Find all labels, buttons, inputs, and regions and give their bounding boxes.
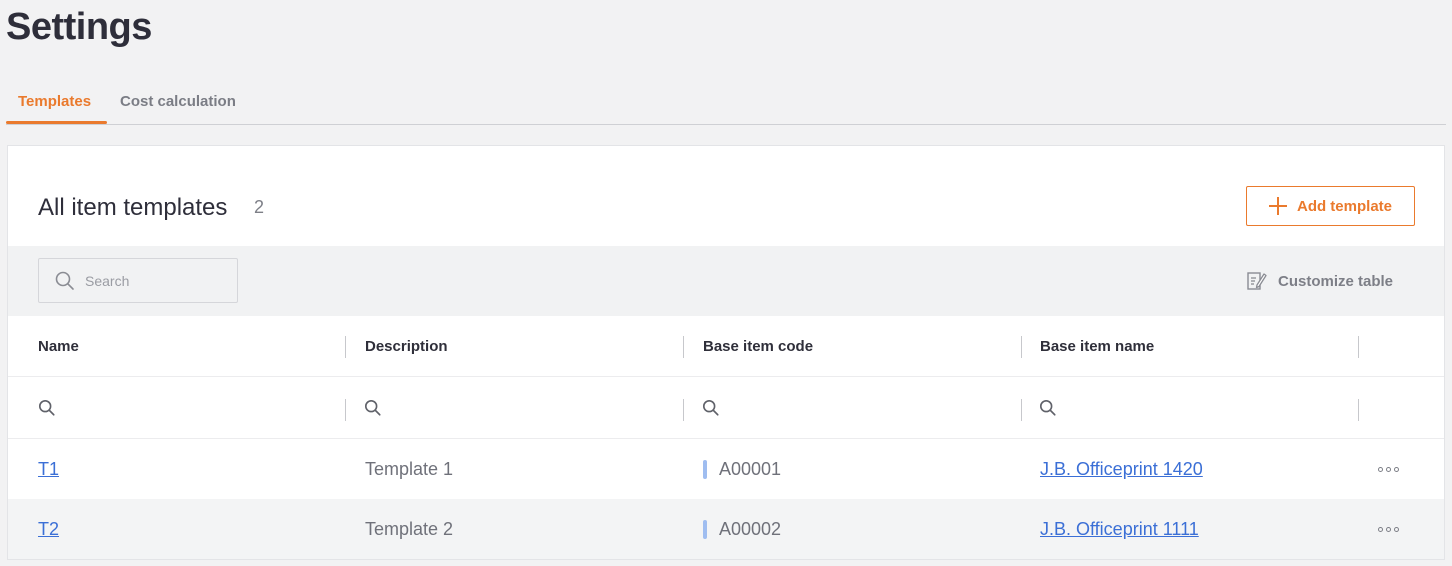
template-description: Template 2 (365, 518, 454, 539)
column-divider (683, 399, 684, 421)
column-divider (1021, 399, 1022, 421)
plus-icon (1268, 197, 1287, 215)
search-icon (1039, 399, 1056, 416)
column-divider[interactable] (345, 336, 346, 358)
table-toolbar: Customize table (8, 246, 1444, 316)
base-item-code: A00002 (719, 518, 782, 539)
column-divider[interactable] (1358, 336, 1359, 358)
template-name-link[interactable]: T1 (38, 459, 59, 480)
templates-table: Name Description Base item code Base ite… (8, 316, 1444, 559)
customize-table-button[interactable]: Customize table (1246, 270, 1393, 292)
base-item-code-cell: A00001 (703, 439, 781, 499)
more-icon[interactable] (1378, 466, 1399, 472)
add-template-label: Add template (1296, 197, 1392, 215)
template-description: Template 1 (365, 458, 454, 479)
more-icon[interactable] (1378, 526, 1399, 532)
base-item-code: A00001 (719, 458, 782, 479)
column-header-base-item-name[interactable]: Base item name (1040, 316, 1154, 376)
column-header-base-item-code[interactable]: Base item code (703, 316, 813, 376)
search-icon (55, 271, 74, 290)
active-tab-indicator (6, 121, 107, 124)
table-row: T2 Template 2 A00002 J.B. Officeprint 11… (8, 499, 1444, 559)
search-icon (702, 399, 719, 416)
template-count: 2 (254, 197, 265, 217)
base-item-name-link[interactable]: J.B. Officeprint 1420 (1040, 459, 1203, 480)
column-divider[interactable] (683, 336, 684, 358)
search-field[interactable] (38, 258, 238, 303)
table-filter-row (8, 377, 1444, 439)
table-row: T1 Template 1 A00001 J.B. Officeprint 14… (8, 439, 1444, 499)
column-divider[interactable] (1021, 336, 1022, 358)
card-title: All item templates (38, 194, 228, 221)
filter-base-item-code[interactable] (702, 377, 720, 438)
add-template-button[interactable]: Add template (1246, 186, 1415, 226)
search-icon (38, 399, 55, 416)
code-marker (703, 459, 707, 479)
template-name-link[interactable]: T2 (38, 519, 59, 540)
search-input[interactable] (85, 272, 225, 289)
base-item-code-cell: A00002 (703, 499, 781, 559)
templates-card: All item templates 2 Add template Custom… (7, 145, 1445, 560)
table-header-row: Name Description Base item code Base ite… (8, 316, 1444, 377)
filter-description[interactable] (364, 377, 382, 438)
filter-name[interactable] (38, 377, 56, 438)
base-item-name-link[interactable]: J.B. Officeprint 1111 (1040, 519, 1199, 540)
column-header-name[interactable]: Name (38, 316, 79, 376)
tab-cost-calculation[interactable]: Cost calculation (120, 86, 236, 125)
search-icon (364, 399, 381, 416)
column-divider (345, 399, 346, 421)
code-marker (703, 519, 707, 539)
column-divider (1358, 399, 1359, 421)
tab-templates[interactable]: Templates (18, 86, 91, 125)
edit-table-icon (1247, 272, 1267, 290)
tab-bar: Templates Cost calculation (6, 86, 1446, 125)
customize-table-label: Customize table (1278, 272, 1394, 290)
filter-base-item-name[interactable] (1039, 377, 1057, 438)
column-header-description[interactable]: Description (365, 316, 448, 376)
page-title: Settings (6, 6, 152, 48)
